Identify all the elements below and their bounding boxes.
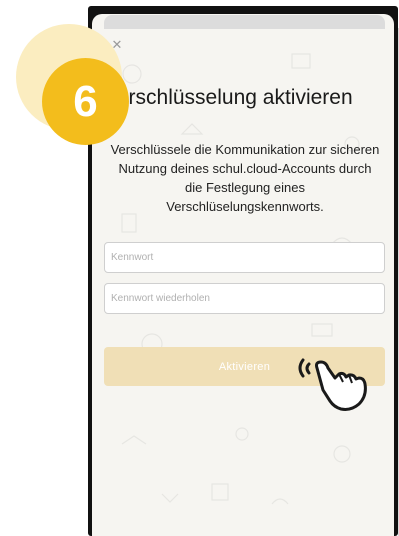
dialog-sheet-top — [104, 15, 385, 29]
step-badge: 6 — [16, 24, 129, 145]
tapping-hand-icon — [298, 358, 367, 411]
dialog-description: Verschlüssele die Kommunikation zur sich… — [110, 142, 380, 214]
password-repeat-input[interactable] — [104, 283, 385, 314]
step-number: 6 — [42, 58, 129, 145]
dialog-title: Verschlüsselung aktivieren — [104, 86, 353, 109]
password-input[interactable] — [104, 242, 385, 273]
